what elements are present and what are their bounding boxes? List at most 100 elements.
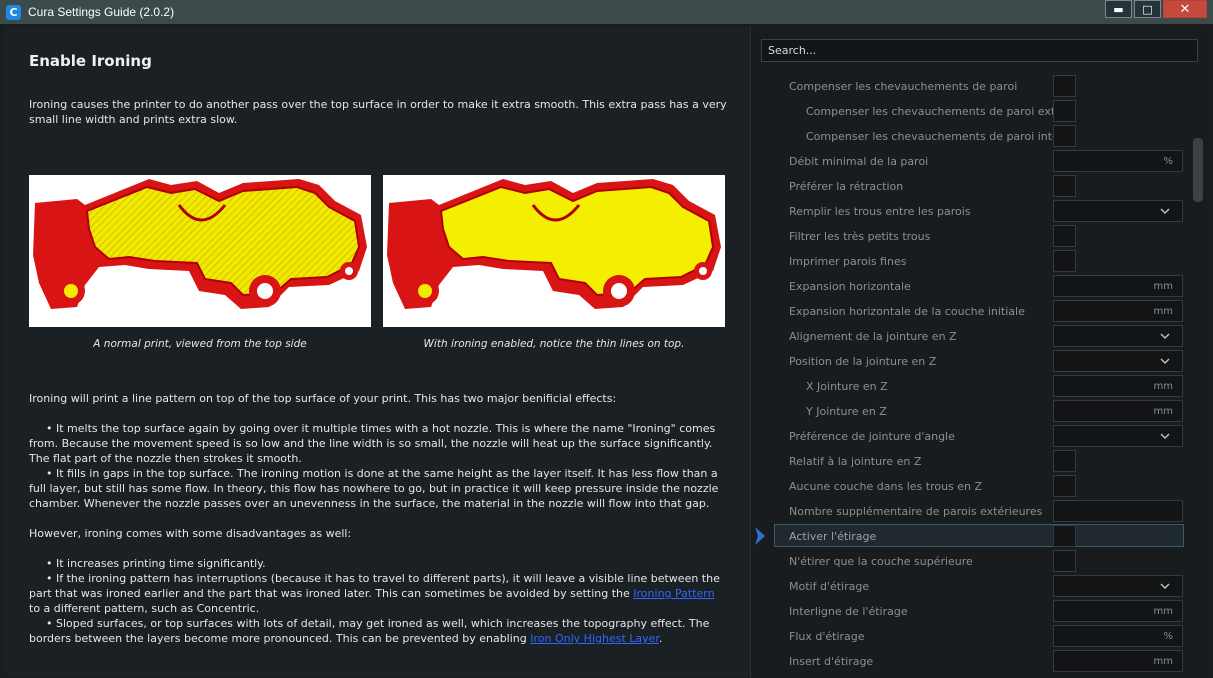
chevron-down-icon — [1160, 433, 1170, 440]
setting-row[interactable]: Interligne de l'étirage mm — [751, 599, 1183, 624]
setting-row[interactable]: Activer l'étirage — [751, 524, 1184, 549]
effects-intro: Ironing will print a line pattern on top… — [29, 392, 617, 405]
setting-checkbox[interactable] — [1053, 550, 1076, 572]
disadvantage-item: • It increases printing time significant… — [46, 557, 266, 570]
setting-row[interactable]: X Jointure en Z mm — [751, 374, 1183, 399]
maximize-button[interactable]: □ — [1134, 0, 1161, 18]
setting-checkbox[interactable] — [1053, 475, 1076, 497]
title-bar: C Cura Settings Guide (2.0.2) ▬ □ ✕ — [0, 0, 1213, 24]
disadvantages-intro: However, ironing comes with some disadva… — [29, 527, 352, 540]
setting-checkbox[interactable] — [1053, 100, 1076, 122]
chevron-down-icon — [1160, 333, 1170, 340]
iron-only-highest-layer-link[interactable]: Iron Only Highest Layer — [530, 632, 659, 645]
setting-field[interactable]: mm — [1053, 600, 1183, 622]
setting-unit: % — [1163, 631, 1173, 642]
setting-label: Interligne de l'étirage — [789, 605, 908, 618]
setting-unit: mm — [1153, 281, 1173, 292]
setting-checkbox[interactable] — [1053, 125, 1076, 147]
setting-row[interactable]: Remplir les trous entre les parois — [751, 199, 1183, 224]
disadvantage-item: • If the ironing pattern has interruptio… — [29, 572, 720, 615]
settings-search-input[interactable] — [761, 39, 1198, 62]
setting-row[interactable]: Compenser les chevauchements de paroi ex… — [751, 99, 1183, 124]
caption-ironed-print: With ironing enabled, notice the thin li… — [423, 338, 685, 350]
setting-checkbox[interactable] — [1053, 450, 1076, 472]
setting-checkbox[interactable] — [1053, 225, 1076, 247]
settings-panel: Compenser les chevauchements de paroi Com… — [750, 26, 1209, 678]
setting-row[interactable]: Compenser les chevauchements de paroi — [751, 74, 1183, 99]
chevron-down-icon — [1160, 583, 1170, 590]
setting-row[interactable]: Filtrer les très petits trous — [751, 224, 1183, 249]
setting-label: Expansion horizontale — [789, 280, 911, 293]
setting-row[interactable]: Nombre supplémentaire de parois extérieu… — [751, 499, 1183, 524]
effects-list: • It melts the top surface again by goin… — [29, 421, 729, 511]
setting-label: X Jointure en Z — [806, 380, 888, 393]
setting-row[interactable]: Flux d'étirage% — [751, 624, 1183, 649]
setting-label: N'étirer que la couche supérieure — [789, 555, 973, 568]
disadvantage-item: • Sloped surfaces, or top surfaces with … — [29, 617, 710, 645]
setting-row[interactable]: Préférence de jointure d'angle — [751, 424, 1183, 449]
setting-checkbox[interactable] — [1053, 525, 1076, 547]
setting-unit: mm — [1153, 406, 1173, 417]
window-title: Cura Settings Guide (2.0.2) — [28, 5, 175, 19]
disadvantages-list: • It increases printing time significant… — [29, 556, 729, 646]
setting-label: Y Jointure en Z — [806, 405, 887, 418]
cura-logo-icon: C — [6, 4, 21, 20]
setting-label: Préférer la rétraction — [789, 180, 904, 193]
setting-row[interactable]: Alignement de la jointure en Z — [751, 324, 1183, 349]
setting-label: Alignement de la jointure en Z — [789, 330, 957, 343]
ironing-pattern-link[interactable]: Ironing Pattern — [633, 587, 714, 600]
chevron-down-icon — [1160, 208, 1170, 215]
article-intro: Ironing causes the printer to do another… — [29, 98, 727, 126]
setting-label: Relatif à la jointure en Z — [789, 455, 922, 468]
setting-row[interactable]: Expansion horizontale mm — [751, 274, 1183, 299]
close-button[interactable]: ✕ — [1163, 0, 1207, 18]
setting-unit: mm — [1153, 606, 1173, 617]
settings-scrollbar[interactable] — [1193, 138, 1203, 202]
setting-label: Position de la jointure en Z — [789, 355, 937, 368]
setting-row[interactable]: Y Jointure en Z mm — [751, 399, 1183, 424]
setting-dropdown[interactable] — [1053, 200, 1183, 222]
setting-field[interactable]: mm — [1053, 650, 1183, 672]
setting-row[interactable]: Imprimer parois fines — [751, 249, 1183, 274]
setting-label: Préférence de jointure d'angle — [789, 430, 955, 443]
setting-label: Compenser les chevauchements de paroi in… — [806, 130, 1053, 143]
setting-field[interactable] — [1053, 500, 1183, 522]
setting-row[interactable]: Débit minimal de la paroi% — [751, 149, 1183, 174]
setting-row[interactable]: Relatif à la jointure en Z — [751, 449, 1183, 474]
guide-article: Enable Ironing Ironing causes the printe… — [4, 26, 750, 676]
setting-checkbox[interactable] — [1053, 175, 1076, 197]
setting-row[interactable]: Motif d'étirage — [751, 574, 1183, 599]
setting-label: Insert d'étirage — [789, 655, 874, 668]
setting-label: Aucune couche dans les trous en Z — [789, 480, 983, 493]
minimize-button[interactable]: ▬ — [1105, 0, 1132, 18]
setting-checkbox[interactable] — [1053, 250, 1076, 272]
chevron-right-icon — [755, 527, 765, 545]
setting-field[interactable]: % — [1053, 625, 1183, 647]
normal-print-image — [29, 175, 371, 327]
setting-dropdown[interactable] — [1053, 425, 1183, 447]
setting-field[interactable]: mm — [1053, 275, 1183, 297]
setting-label: Motif d'étirage — [789, 580, 870, 593]
setting-field[interactable]: mm — [1053, 375, 1183, 397]
setting-checkbox[interactable] — [1053, 75, 1076, 97]
setting-row[interactable]: Position de la jointure en Z — [751, 349, 1183, 374]
setting-row[interactable]: N'étirer que la couche supérieure — [751, 549, 1183, 574]
setting-label: Compenser les chevauchements de paroi ex… — [806, 105, 1053, 118]
setting-row[interactable]: Expansion horizontale de la couche initi… — [751, 299, 1183, 324]
ironed-print-image — [383, 175, 725, 327]
setting-unit: % — [1163, 156, 1173, 167]
setting-field[interactable]: % — [1053, 150, 1183, 172]
setting-row[interactable]: Insert d'étirage mm — [751, 649, 1183, 674]
setting-row[interactable]: Compenser les chevauchements de paroi in… — [751, 124, 1183, 149]
setting-unit: mm — [1153, 306, 1173, 317]
setting-field[interactable]: mm — [1053, 300, 1183, 322]
setting-row[interactable]: Aucune couche dans les trous en Z — [751, 474, 1183, 499]
setting-dropdown[interactable] — [1053, 350, 1183, 372]
setting-dropdown[interactable] — [1053, 575, 1183, 597]
setting-label: Flux d'étirage — [789, 630, 865, 643]
setting-row[interactable]: Préférer la rétraction — [751, 174, 1183, 199]
setting-field[interactable]: mm — [1053, 400, 1183, 422]
setting-label: Expansion horizontale de la couche initi… — [789, 305, 1025, 318]
setting-dropdown[interactable] — [1053, 325, 1183, 347]
setting-unit: mm — [1153, 381, 1173, 392]
